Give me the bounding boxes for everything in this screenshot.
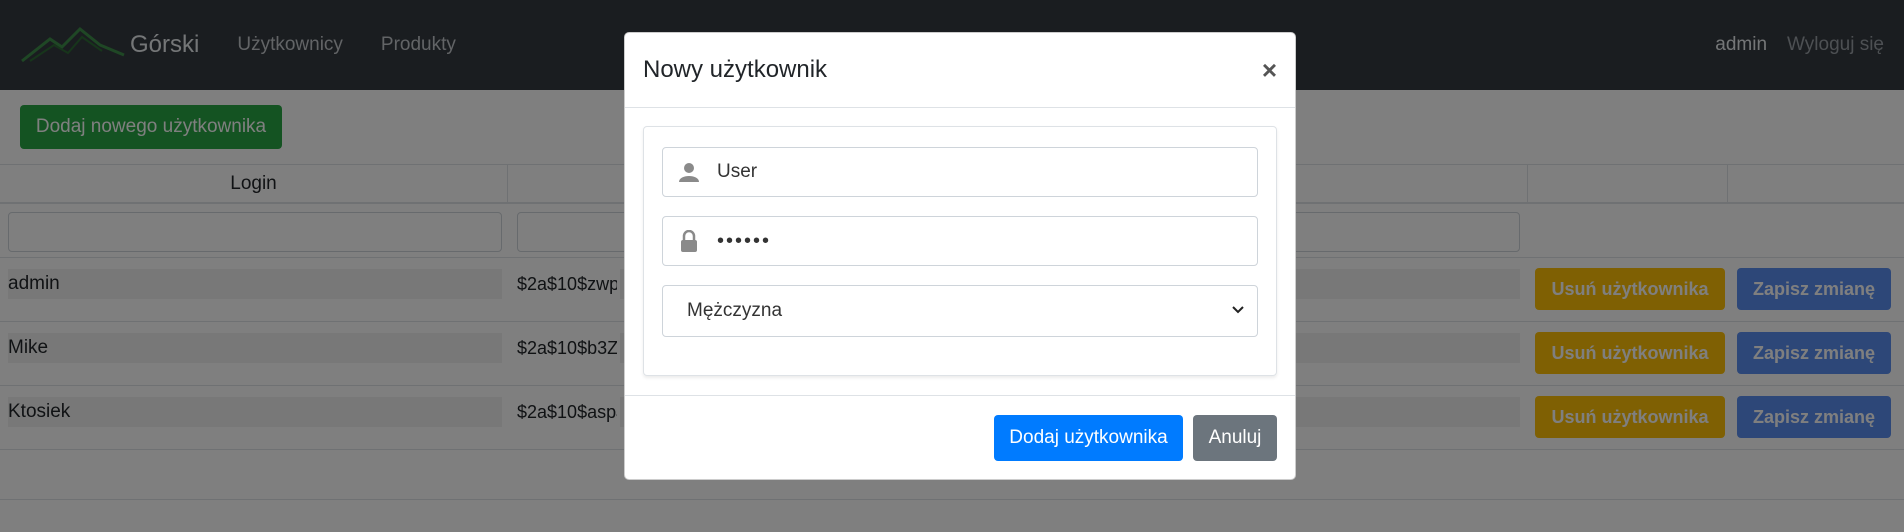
gender-select[interactable]: Mężczyzna [662, 285, 1258, 337]
form-card: User •••••• Mężczyzna [643, 126, 1277, 376]
modal-title: Nowy użytkownik [643, 56, 828, 83]
lock-icon [679, 230, 699, 252]
password-field[interactable]: •••••• [662, 216, 1258, 266]
close-icon[interactable]: × [1262, 55, 1277, 86]
gender-select-value: Mężczyzna [687, 300, 783, 321]
add-user-button[interactable]: Dodaj użytkownika [994, 414, 1183, 461]
new-user-modal: Nowy użytkownik × User •••••• Mężczyzna … [624, 32, 1296, 480]
password-value: •••••• [717, 229, 772, 252]
modal-footer: Dodaj użytkownika Anuluj [625, 395, 1295, 479]
modal-body: User •••••• Mężczyzna [625, 108, 1295, 396]
username-field[interactable]: User [662, 147, 1258, 197]
user-icon [679, 161, 699, 183]
cancel-button[interactable]: Anuluj [1193, 414, 1277, 461]
username-value: User [717, 161, 758, 182]
chevron-down-icon [1231, 302, 1245, 320]
modal-header: Nowy użytkownik × [625, 33, 1295, 108]
